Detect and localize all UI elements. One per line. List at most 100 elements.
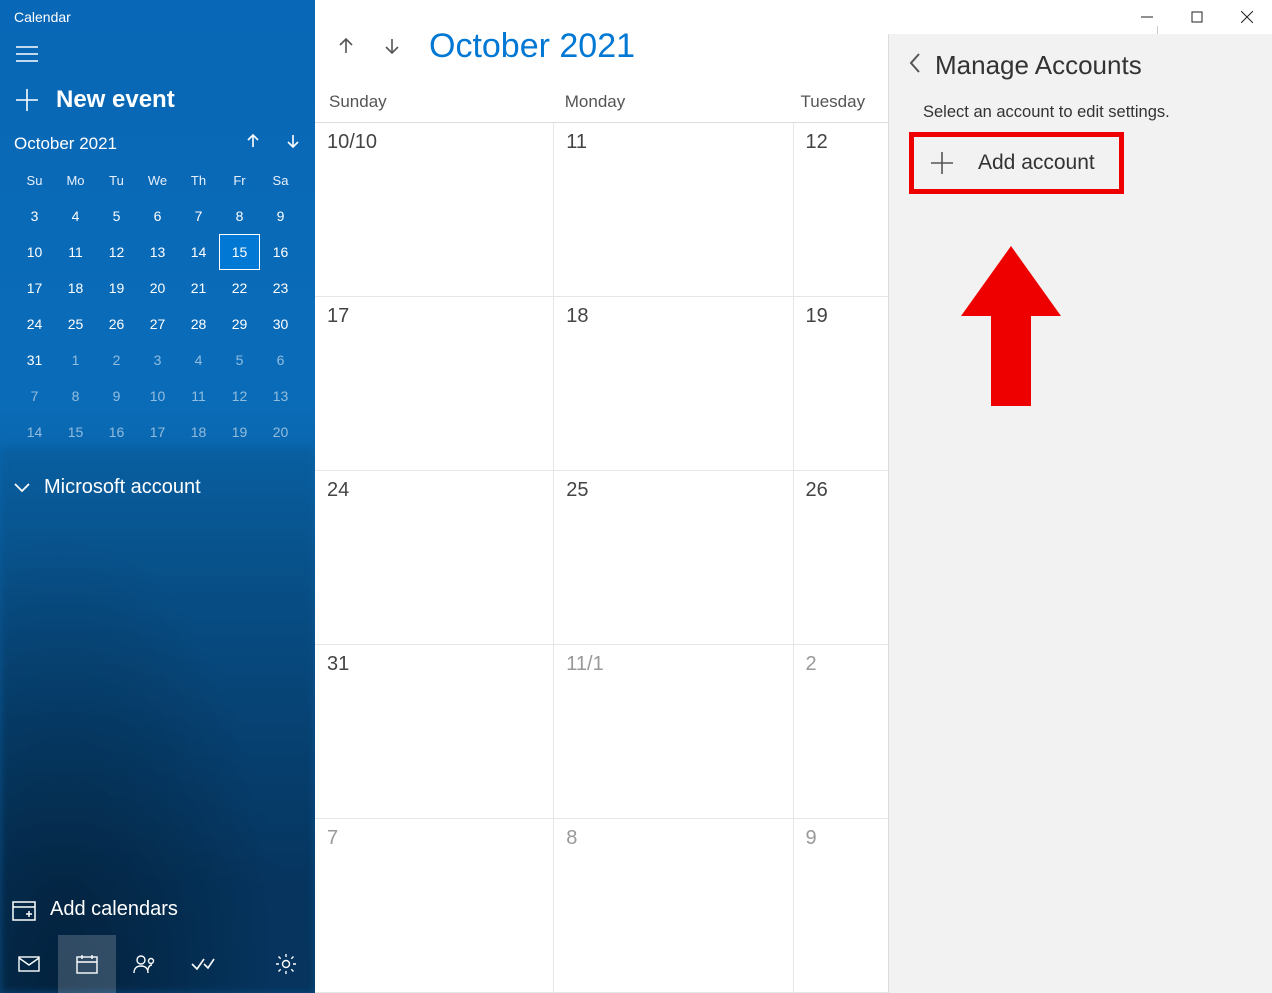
add-calendars-button[interactable]: Add calendars — [0, 884, 315, 935]
mini-cal-day[interactable]: 14 — [14, 414, 55, 450]
mini-calendar-title[interactable]: October 2021 — [14, 134, 117, 154]
mini-cal-day[interactable]: 9 — [96, 378, 137, 414]
mini-cal-day[interactable]: 6 — [260, 342, 301, 378]
mini-cal-day[interactable]: 10 — [137, 378, 178, 414]
mini-cal-day[interactable]: 18 — [55, 270, 96, 306]
mini-cal-day[interactable]: 28 — [178, 306, 219, 342]
mini-cal-day[interactable]: 14 — [178, 234, 219, 270]
calendar-cell[interactable]: 17 — [315, 297, 554, 471]
bottom-bar — [0, 935, 315, 993]
sidebar: Calendar New event October 2021 — [0, 0, 315, 993]
calendar-button[interactable] — [58, 935, 116, 993]
next-period-button[interactable] — [375, 29, 409, 63]
calendar-cell[interactable]: 24 — [315, 471, 554, 645]
add-account-highlight: Add account — [909, 132, 1124, 194]
mini-cal-day[interactable]: 21 — [178, 270, 219, 306]
arrow-up-icon — [245, 133, 261, 149]
flyout-title: Manage Accounts — [935, 50, 1142, 81]
mini-cal-day[interactable]: 20 — [260, 414, 301, 450]
mini-cal-day[interactable]: 4 — [178, 342, 219, 378]
mini-cal-day[interactable]: 26 — [96, 306, 137, 342]
mini-cal-day[interactable]: 7 — [14, 378, 55, 414]
mini-cal-day[interactable]: 29 — [219, 306, 260, 342]
mini-cal-day[interactable]: 30 — [260, 306, 301, 342]
calendar-cell[interactable]: 25 — [554, 471, 793, 645]
mini-cal-day[interactable]: 15 — [55, 414, 96, 450]
calendar-cell[interactable]: 8 — [554, 819, 793, 993]
mini-cal-day[interactable]: 13 — [260, 378, 301, 414]
mini-cal-dow: We — [137, 167, 178, 198]
window-close-button[interactable] — [1222, 0, 1272, 34]
calendar-cell[interactable]: 31 — [315, 645, 554, 819]
mini-cal-day[interactable]: 9 — [260, 198, 301, 234]
mini-cal-day[interactable]: 11 — [55, 234, 96, 270]
mini-cal-day[interactable]: 16 — [96, 414, 137, 450]
settings-button[interactable] — [257, 935, 315, 993]
calendar-cell[interactable]: 11/1 — [554, 645, 793, 819]
mini-cal-day[interactable]: 3 — [137, 342, 178, 378]
hamburger-menu-button[interactable] — [0, 34, 315, 74]
mini-cal-day[interactable]: 8 — [55, 378, 96, 414]
mini-cal-day[interactable]: 13 — [137, 234, 178, 270]
mini-cal-next-button[interactable] — [285, 132, 301, 155]
mini-cal-dow: Tu — [96, 167, 137, 198]
mini-cal-day[interactable]: 5 — [219, 342, 260, 378]
minimize-icon — [1141, 11, 1153, 23]
prev-period-button[interactable] — [329, 29, 363, 63]
mini-cal-dow: Mo — [55, 167, 96, 198]
flyout-back-button[interactable] — [909, 53, 921, 79]
window-minimize-button[interactable] — [1122, 0, 1172, 34]
account-label: Microsoft account — [44, 476, 201, 499]
mini-cal-day[interactable]: 5 — [96, 198, 137, 234]
calendar-cell[interactable]: 18 — [554, 297, 793, 471]
todo-button[interactable] — [174, 935, 232, 993]
mini-cal-day[interactable]: 17 — [137, 414, 178, 450]
mini-cal-day[interactable]: 7 — [178, 198, 219, 234]
mini-cal-day[interactable]: 27 — [137, 306, 178, 342]
mini-cal-day[interactable]: 6 — [137, 198, 178, 234]
mini-cal-day[interactable]: 10 — [14, 234, 55, 270]
mini-cal-day[interactable]: 16 — [260, 234, 301, 270]
mini-cal-day[interactable]: 19 — [96, 270, 137, 306]
window-maximize-button[interactable] — [1172, 0, 1222, 34]
gear-icon — [275, 953, 297, 975]
mail-button[interactable] — [0, 935, 58, 993]
add-calendars-label: Add calendars — [50, 898, 178, 921]
account-expand-row[interactable]: Microsoft account — [0, 460, 315, 515]
annotation-arrow — [961, 246, 1061, 406]
mini-cal-day[interactable]: 4 — [55, 198, 96, 234]
arrow-up-icon — [337, 37, 355, 55]
mini-cal-day[interactable]: 1 — [55, 342, 96, 378]
calendar-cell[interactable]: 10/10 — [315, 123, 554, 297]
mini-cal-day[interactable]: 17 — [14, 270, 55, 306]
mini-cal-day[interactable]: 31 — [14, 342, 55, 378]
calendar-cell[interactable]: 11 — [554, 123, 793, 297]
new-event-label: New event — [56, 86, 175, 114]
mini-cal-dow: Fr — [219, 167, 260, 198]
day-header: Monday — [565, 92, 801, 112]
mini-cal-day[interactable]: 11 — [178, 378, 219, 414]
mini-calendar: October 2021 SuMoTuWeThFrSa3456789101112… — [0, 132, 315, 460]
mini-cal-day[interactable]: 12 — [96, 234, 137, 270]
mini-cal-day[interactable]: 20 — [137, 270, 178, 306]
mini-cal-day[interactable]: 18 — [178, 414, 219, 450]
mini-cal-day[interactable]: 24 — [14, 306, 55, 342]
mini-cal-dow: Sa — [260, 167, 301, 198]
mini-cal-day[interactable]: 2 — [96, 342, 137, 378]
current-month-title[interactable]: October 2021 — [429, 27, 635, 66]
mini-cal-day[interactable]: 22 — [219, 270, 260, 306]
mini-cal-prev-button[interactable] — [245, 132, 261, 155]
new-event-button[interactable]: New event — [0, 74, 315, 132]
add-account-button[interactable]: Add account — [914, 137, 1119, 189]
mini-cal-day[interactable]: 15 — [219, 234, 260, 270]
mini-cal-day[interactable]: 23 — [260, 270, 301, 306]
people-button[interactable] — [116, 935, 174, 993]
mini-cal-day[interactable]: 8 — [219, 198, 260, 234]
calendar-cell[interactable]: 7 — [315, 819, 554, 993]
mini-cal-day[interactable]: 3 — [14, 198, 55, 234]
mini-cal-day[interactable]: 25 — [55, 306, 96, 342]
manage-accounts-flyout: Manage Accounts Select an account to edi… — [888, 34, 1272, 993]
mini-cal-day[interactable]: 19 — [219, 414, 260, 450]
mini-cal-dow: Su — [14, 167, 55, 198]
mini-cal-day[interactable]: 12 — [219, 378, 260, 414]
